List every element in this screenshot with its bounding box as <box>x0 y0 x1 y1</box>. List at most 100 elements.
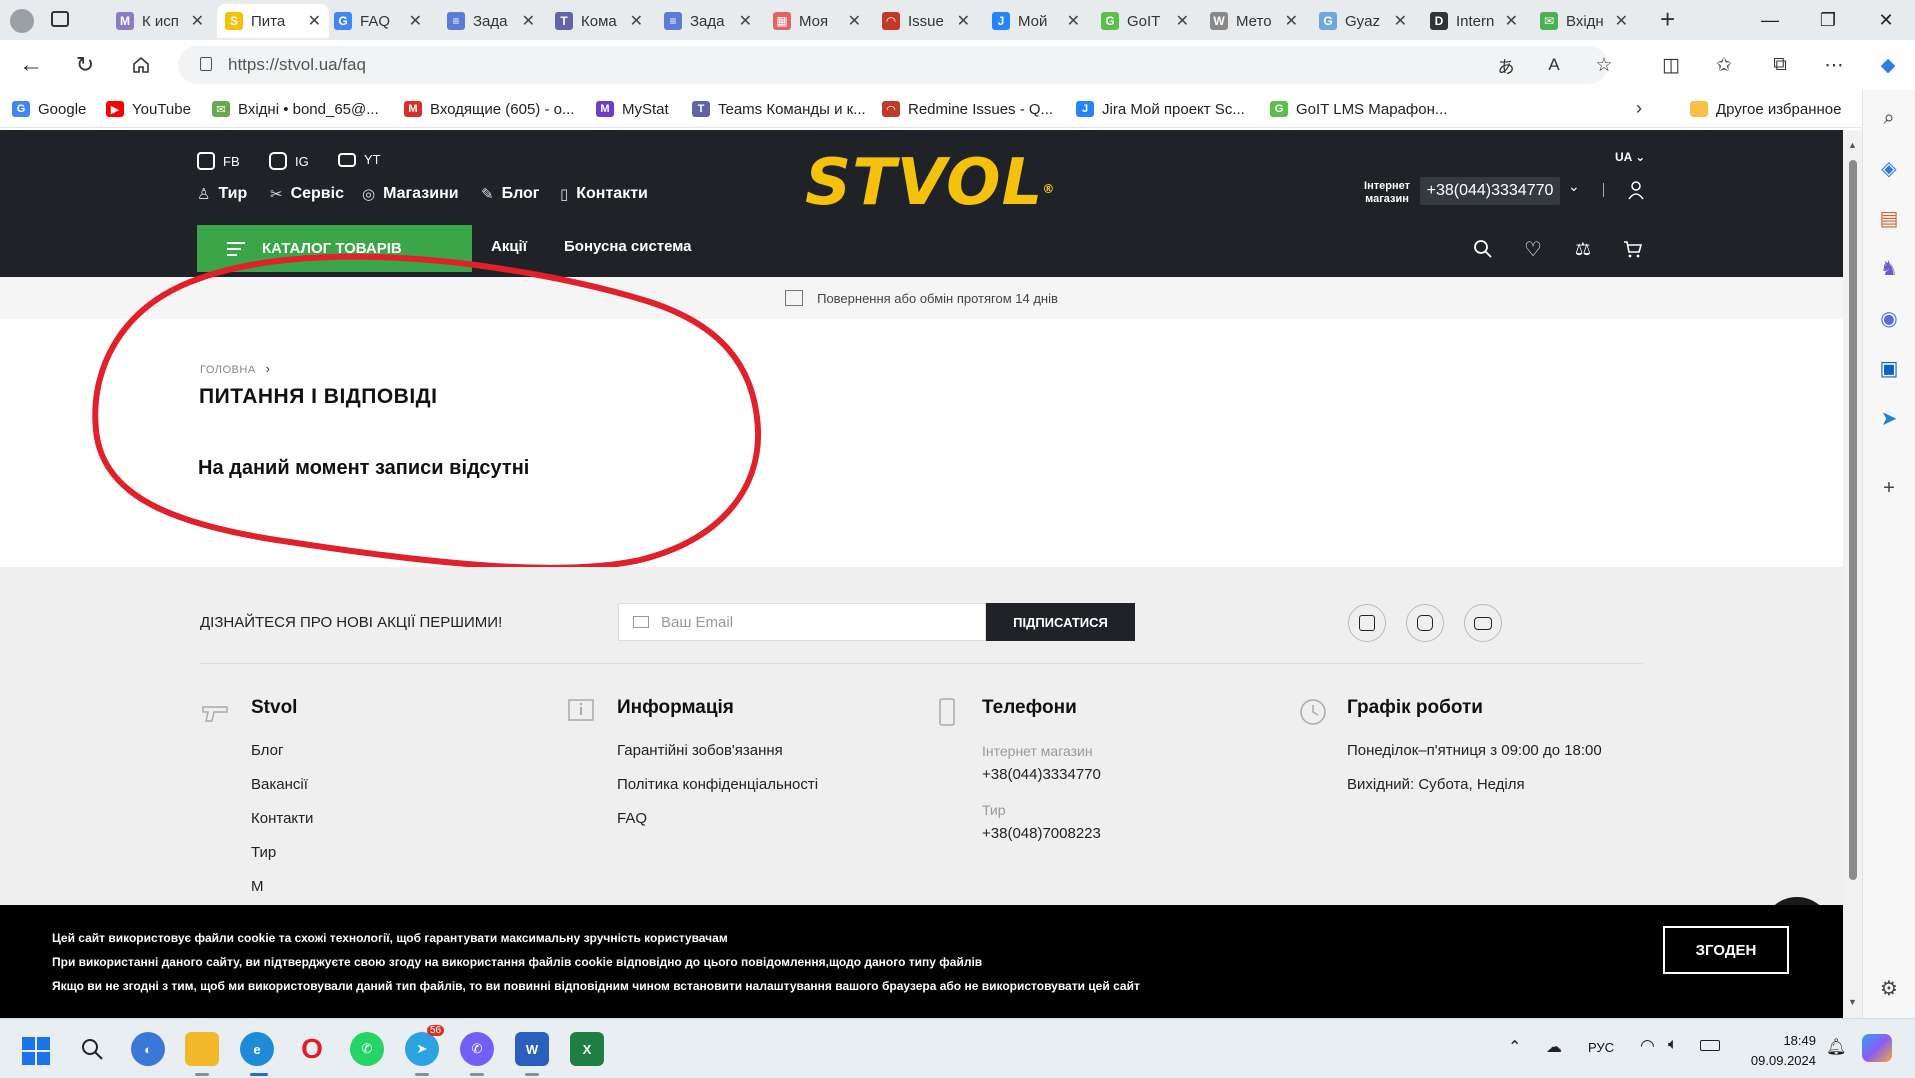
input-language[interactable]: РУС <box>1588 1040 1614 1055</box>
social-link-yt[interactable]: YT <box>338 152 381 167</box>
taskbar-file-explorer-icon[interactable] <box>185 1032 219 1066</box>
games-icon[interactable]: ♞ <box>1875 254 1903 282</box>
home-button[interactable] <box>124 49 158 81</box>
browser-tab[interactable]: G Gyaz ✕ <box>1311 4 1415 38</box>
taskbar-search-icon[interactable] <box>75 1032 109 1066</box>
footer-phone-shop[interactable]: +38(044)3334770 <box>982 766 1101 783</box>
favorite-link[interactable]: M MyStat <box>596 98 669 120</box>
reload-button[interactable]: ↻ <box>68 49 102 81</box>
browser-tab[interactable]: ▦ Моя ✕ <box>765 4 869 38</box>
favorite-link[interactable]: G GoIT LMS Марафон... <box>1270 98 1447 120</box>
close-window-button[interactable]: ✕ <box>1857 0 1915 40</box>
footer-link-faq[interactable]: FAQ <box>617 810 647 827</box>
browser-tab[interactable]: ≡ Зада ✕ <box>656 4 760 38</box>
battery-icon[interactable] <box>1700 1040 1720 1051</box>
microsoft-365-icon[interactable]: ◉ <box>1875 304 1903 332</box>
add-sidebar-app-icon[interactable]: + <box>1875 474 1903 502</box>
read-aloud-icon[interactable]: A <box>1538 50 1570 80</box>
taskbar-whatsapp-icon[interactable]: ✆ <box>350 1032 384 1066</box>
browser-tab[interactable]: D Intern ✕ <box>1422 4 1526 38</box>
favorite-link[interactable]: J Jira Мой проект Sc... <box>1076 98 1245 120</box>
favorite-link[interactable]: G Google <box>12 98 86 120</box>
footer-link-warranty[interactable]: Гарантійні зобов'язання <box>617 742 783 759</box>
favorite-link[interactable]: ✉ Вхідні • bond_65@... <box>212 98 379 120</box>
cookie-agree-button[interactable]: ЗГОДЕН <box>1663 926 1789 974</box>
taskbar-copilot-icon[interactable]: ◐ <box>131 1032 165 1066</box>
tab-close-icon[interactable]: ✕ <box>1394 11 1407 31</box>
compare-scales-icon[interactable]: ⚖ <box>1570 236 1596 262</box>
nav-item-service[interactable]: ✂ Сервіс <box>270 185 344 203</box>
other-favorites-folder[interactable]: Другое избранное <box>1690 98 1841 120</box>
favorites-overflow-chevron-icon[interactable]: › <box>1636 98 1642 119</box>
shopping-tag-icon[interactable]: ◈ <box>1875 154 1903 182</box>
browser-tab[interactable]: G GoIT ✕ <box>1093 4 1197 38</box>
footer-link-blog[interactable]: Блог <box>251 742 283 759</box>
footer-link-contacts[interactable]: Контакти <box>251 810 313 827</box>
more-menu-icon[interactable]: ⋯ <box>1818 50 1850 80</box>
wifi-icon[interactable]: ◠ <box>1640 1036 1655 1056</box>
catalog-button[interactable]: КАТАЛОГ ТОВАРІВ <box>197 225 472 272</box>
tab-close-icon[interactable]: ✕ <box>308 11 321 31</box>
sidebar-settings-gear-icon[interactable]: ⚙ <box>1875 974 1903 1002</box>
favorite-star-icon[interactable]: ☆ <box>1588 50 1620 80</box>
volume-icon[interactable]: 🔈︎ <box>1668 1036 1678 1054</box>
search-icon[interactable]: ⌕ <box>1875 104 1903 132</box>
send-icon[interactable]: ➤ <box>1875 404 1903 432</box>
page-scrollbar[interactable]: ▲ ▼ <box>1843 130 1862 1018</box>
header-phone[interactable]: +38(044)3334770 <box>1420 177 1560 205</box>
favorite-link[interactable]: ◠ Redmine Issues - Q... <box>882 98 1053 120</box>
footer-link-vacancies[interactable]: Вакансії <box>251 776 308 793</box>
email-input[interactable]: Ваш Email <box>618 603 986 641</box>
browser-tab[interactable]: ◠ Issue ✕ <box>874 4 978 38</box>
taskbar-word-icon[interactable]: W <box>515 1032 549 1066</box>
favorite-link[interactable]: M Входящие (605) - о... <box>404 98 574 120</box>
favorites-icon[interactable]: ✩ <box>1708 50 1740 80</box>
taskbar-edge-icon[interactable]: e <box>240 1032 274 1066</box>
tab-close-icon[interactable]: ✕ <box>409 11 422 31</box>
restore-button[interactable]: ❐ <box>1799 0 1857 40</box>
tab-close-icon[interactable]: ✕ <box>957 11 970 31</box>
language-selector[interactable]: UA ⌄ <box>1615 150 1645 164</box>
taskbar-viber-icon[interactable]: ✆ <box>460 1032 494 1066</box>
nav-promotions[interactable]: Акції <box>491 238 527 255</box>
scrollbar-thumb[interactable] <box>1849 160 1857 880</box>
browser-tab[interactable]: W Мето ✕ <box>1202 4 1306 38</box>
footer-instagram-icon[interactable] <box>1406 604 1444 642</box>
tray-onedrive-icon[interactable]: ☁ <box>1546 1037 1562 1057</box>
footer-link-partial[interactable]: М <box>251 878 264 895</box>
footer-phone-tyr[interactable]: +38(048)7008223 <box>982 825 1101 842</box>
subscribe-button[interactable]: ПІДПИСАТИСЯ <box>986 603 1135 641</box>
copilot-icon[interactable]: ◆ <box>1872 50 1904 80</box>
nav-item-stores[interactable]: ◎ Магазини <box>362 185 459 203</box>
minimize-button[interactable]: — <box>1741 0 1799 40</box>
browser-tab[interactable]: ✉ Вхідн ✕ <box>1532 4 1636 38</box>
tab-close-icon[interactable]: ✕ <box>191 11 204 31</box>
tab-close-icon[interactable]: ✕ <box>1285 11 1298 31</box>
nav-item-tyr[interactable]: ♙ Тир <box>197 185 247 203</box>
footer-link-privacy[interactable]: Політика конфіденціальності <box>617 776 818 793</box>
scroll-up-arrow-icon[interactable]: ▲ <box>1848 140 1857 150</box>
account-icon[interactable] <box>1627 180 1645 205</box>
nav-item-contacts[interactable]: ▯ Контакти <box>560 185 648 203</box>
split-screen-icon[interactable]: ◫ <box>1655 50 1687 80</box>
tools-briefcase-icon[interactable]: ▤ <box>1875 204 1903 232</box>
wishlist-heart-icon[interactable]: ♡ <box>1520 236 1546 262</box>
tray-overflow-chevron-icon[interactable]: ⌃ <box>1508 1037 1521 1057</box>
tab-actions-icon[interactable] <box>51 11 69 27</box>
tab-close-icon[interactable]: ✕ <box>1615 11 1628 31</box>
browser-tab[interactable]: M К исп ✕ <box>108 4 212 38</box>
tab-close-icon[interactable]: ✕ <box>739 11 752 31</box>
social-link-fb[interactable]: FB <box>197 152 240 170</box>
footer-youtube-icon[interactable] <box>1464 604 1502 642</box>
nav-bonus-system[interactable]: Бонусна система <box>564 238 692 255</box>
favorite-link[interactable]: ▶ YouTube <box>106 98 191 120</box>
breadcrumb-home-link[interactable]: ГОЛОВНА <box>200 364 256 376</box>
new-tab-button[interactable]: + <box>1660 4 1675 35</box>
taskbar-telegram-icon[interactable]: ➤ <box>405 1032 439 1066</box>
collections-icon[interactable]: ⧉ <box>1764 50 1796 80</box>
browser-tab[interactable]: T Кома ✕ <box>547 4 651 38</box>
url-field[interactable]: https://stvol.ua/faq <box>178 46 1608 84</box>
windows-start-icon[interactable] <box>22 1037 50 1065</box>
tab-close-icon[interactable]: ✕ <box>848 11 861 31</box>
taskbar-excel-icon[interactable]: X <box>570 1032 604 1066</box>
